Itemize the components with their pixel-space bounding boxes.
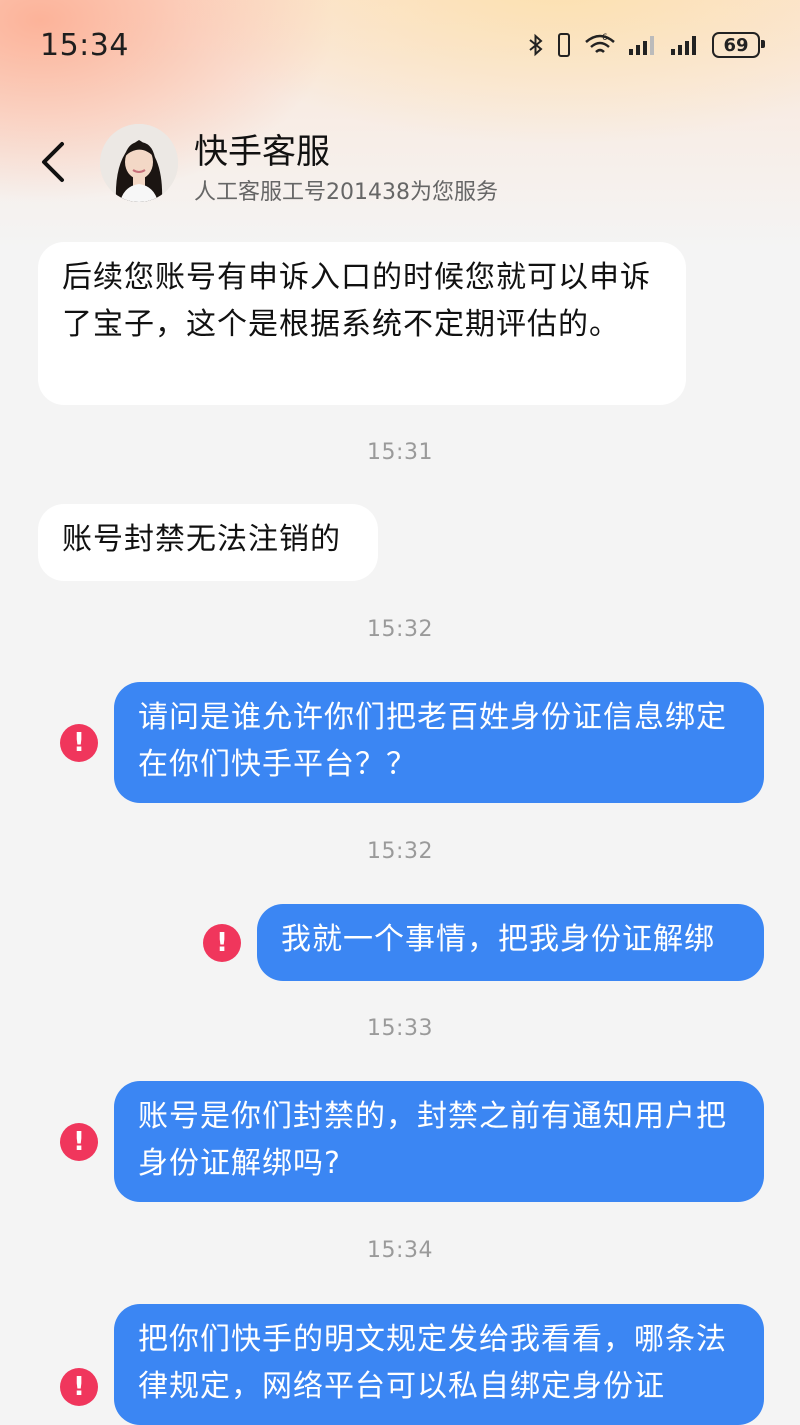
back-button[interactable] (28, 132, 78, 192)
user-message[interactable]: 账号是你们封禁的，封禁之前有通知用户把身份证解绑吗? (114, 1081, 764, 1202)
agent-avatar[interactable] (100, 124, 178, 202)
send-failed-icon[interactable]: ! (60, 1368, 98, 1406)
send-failed-icon[interactable]: ! (203, 924, 241, 962)
message-timestamp: 15:34 (367, 1238, 433, 1263)
status-bar: 15:34 6 69 (0, 0, 800, 92)
user-message[interactable]: 我就一个事情，把我身份证解绑 (257, 904, 764, 981)
svg-text:6: 6 (602, 33, 608, 43)
agent-id-subtitle: 人工客服工号201438为您服务 (194, 180, 498, 205)
message-timestamp: 15:32 (367, 839, 433, 864)
user-message[interactable]: 请问是谁允许你们把老百姓身份证信息绑定在你们快手平台？？ (114, 682, 764, 803)
status-time: 15:34 (40, 28, 129, 63)
battery-icon: 69 (712, 32, 765, 58)
avatar-image (100, 124, 178, 202)
back-arrow-icon (42, 142, 64, 182)
signal-icon (629, 36, 654, 55)
message-timestamp: 15:32 (367, 617, 433, 642)
vibrate-icon (558, 33, 570, 57)
message-timestamp: 15:33 (367, 1016, 433, 1041)
wifi-icon: 6 (585, 33, 615, 53)
signal-icon (671, 36, 696, 55)
agent-name: 快手客服 (194, 132, 330, 172)
user-message[interactable]: 把你们快手的明文规定发给我看看，哪条法律规定，网络平台可以私自绑定身份证 (114, 1304, 764, 1425)
chat-header: 快手客服 人工客服工号201438为您服务 (0, 110, 800, 220)
bluetooth-icon (529, 33, 543, 57)
agent-message[interactable]: 后续您账号有申诉入口的时候您就可以申诉了宝子，这个是根据系统不定期评估的。 (38, 242, 686, 405)
send-failed-icon[interactable]: ! (60, 724, 98, 762)
send-failed-icon[interactable]: ! (60, 1123, 98, 1161)
agent-message[interactable]: 账号封禁无法注销的 (38, 504, 378, 581)
status-icons: 6 69 (528, 28, 765, 62)
message-timestamp: 15:31 (367, 440, 433, 465)
